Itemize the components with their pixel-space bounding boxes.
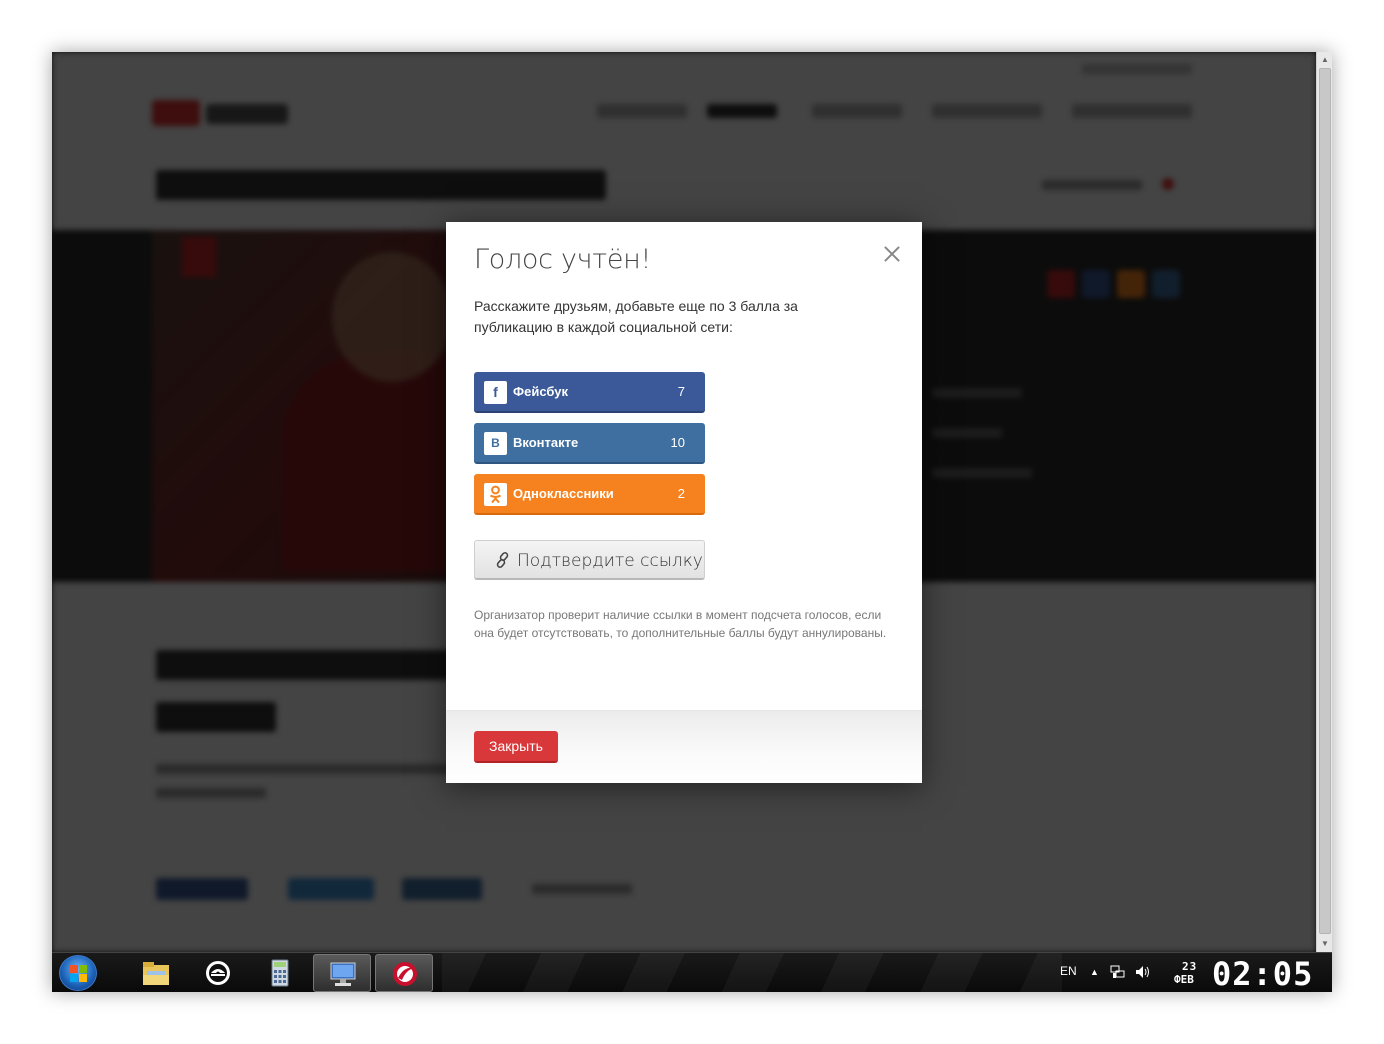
network-icon[interactable] [1110,964,1126,983]
monitor-icon [330,962,356,986]
vk-label: Вконтакте [513,435,579,450]
close-button[interactable]: Закрыть [474,731,558,763]
modal-description: Расскажите друзьям, добавьте еще по 3 ба… [474,298,798,335]
volume-icon[interactable] [1134,964,1150,983]
taskbar-explorer[interactable] [127,954,185,992]
vk-share-button[interactable]: B Вконтакте 10 [474,423,705,464]
language-indicator[interactable]: EN [1060,964,1077,978]
calculator-icon [271,959,289,987]
windows-logo-icon [70,965,88,983]
browser-icon [393,962,417,986]
date-month: ФЕВ [1174,973,1194,986]
scroll-up-arrow-icon[interactable]: ▲ [1317,52,1332,68]
link-icon [496,552,509,568]
network-glyph [1110,965,1125,978]
taskbar-decoration [442,953,1062,992]
taskbar-calculator[interactable] [251,954,309,992]
screen: ▲ ▼ Голос учтён! Расскажите друзьям, доб… [52,52,1332,992]
facebook-count: 7 [677,384,685,399]
odnoklassniki-count: 2 [677,486,685,501]
app-icon [206,961,230,985]
confirm-link-button[interactable]: Подтвердите ссылку [474,540,705,580]
vote-modal: Голос учтён! Расскажите друзьям, добавьт… [446,222,922,783]
taskbar-browser[interactable] [375,954,433,992]
folder-icon [143,962,169,985]
odnoklassniki-glyph [489,485,502,504]
odnoklassniki-icon [484,483,507,506]
taskbar: EN ▲ 23 ФЕВ 02:05 [52,952,1332,992]
odnoklassniki-label: Одноклассники [513,486,614,501]
modal-title: Голос учтён! [474,244,652,275]
vk-count: 10 [670,435,685,450]
clock[interactable]: 02:05 [1212,955,1313,992]
start-button[interactable] [59,955,97,991]
confirm-link-label: Подтвердите ссылку [517,551,703,571]
page-scrollbar[interactable]: ▲ ▼ [1316,52,1332,952]
facebook-icon: f [484,381,507,404]
odnoklassniki-share-button[interactable]: Одноклассники 2 [474,474,705,515]
scroll-thumb[interactable] [1319,68,1331,934]
taskbar-remote-desktop[interactable] [313,954,371,992]
volume-glyph [1136,966,1149,978]
facebook-label: Фейсбук [513,384,568,399]
facebook-share-button[interactable]: f Фейсбук 7 [474,372,705,413]
scroll-down-arrow-icon[interactable]: ▼ [1317,936,1332,952]
close-icon[interactable] [880,242,904,266]
taskbar-app[interactable] [189,954,247,992]
date-day: 23 [1182,960,1198,973]
vk-icon: B [484,432,507,455]
organizer-note: Организатор проверит наличие ссылки в мо… [474,608,887,640]
modal-footer: Закрыть [446,710,922,783]
tray-expand-icon[interactable]: ▲ [1090,967,1099,977]
